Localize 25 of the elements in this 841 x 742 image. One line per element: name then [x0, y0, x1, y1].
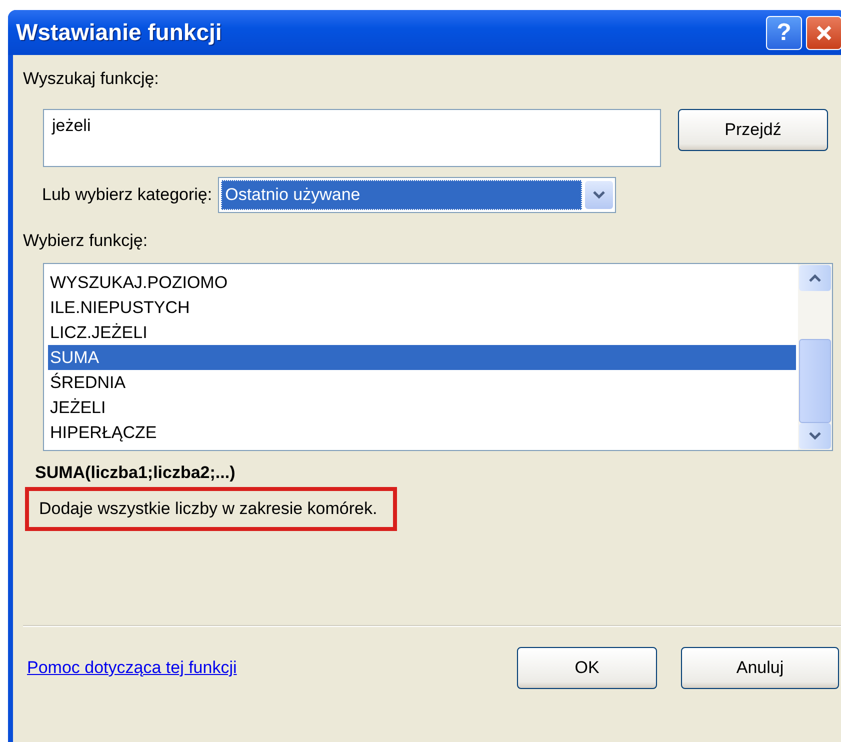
window-title: Wstawianie funkcji — [16, 19, 223, 46]
function-description: Dodaje wszystkie liczby w zakresie komórek. — [25, 487, 398, 531]
close-button[interactable] — [806, 16, 841, 50]
go-button[interactable]: Przejdź — [678, 109, 828, 151]
help-link[interactable]: Pomoc dotycząca tej funkcji — [27, 658, 507, 678]
function-item[interactable]: JEŻELI — [48, 395, 796, 420]
function-item[interactable]: ŚREDNIA — [48, 370, 796, 395]
chevron-down-icon — [592, 190, 606, 200]
function-list-label: Wybierz funkcję: — [23, 231, 149, 251]
function-item[interactable]: LICZ.JEŻELI — [48, 320, 796, 345]
function-list[interactable]: WYSZUKAJ.POZIOMO ILE.NIEPUSTYCH LICZ.JEŻELI SUMA ŚREDNIA JEŻELI HIPERŁĄCZE — [43, 263, 833, 451]
category-dropdown[interactable]: Ostatnio używane — [218, 177, 616, 213]
function-item[interactable]: ILE.NIEPUSTYCH — [48, 295, 796, 320]
search-label: Wyszukaj funkcję: — [23, 69, 160, 89]
function-item[interactable]: HIPERŁĄCZE — [48, 420, 796, 445]
function-syntax: SUMA(liczba1;liczba2;...) — [35, 463, 236, 483]
scroll-up-icon — [808, 273, 822, 283]
scroll-down-icon — [808, 431, 822, 441]
search-field[interactable]: jeżeli — [43, 109, 661, 167]
function-item[interactable]: WYSZUKAJ.POZIOMO — [48, 270, 796, 295]
ok-button[interactable]: OK — [517, 647, 657, 689]
cancel-button[interactable]: Anuluj — [681, 647, 839, 689]
scrollbar[interactable] — [798, 264, 832, 450]
category-label: Lub wybierz kategorię: — [42, 185, 212, 205]
function-item[interactable]: SUMA — [48, 345, 796, 370]
